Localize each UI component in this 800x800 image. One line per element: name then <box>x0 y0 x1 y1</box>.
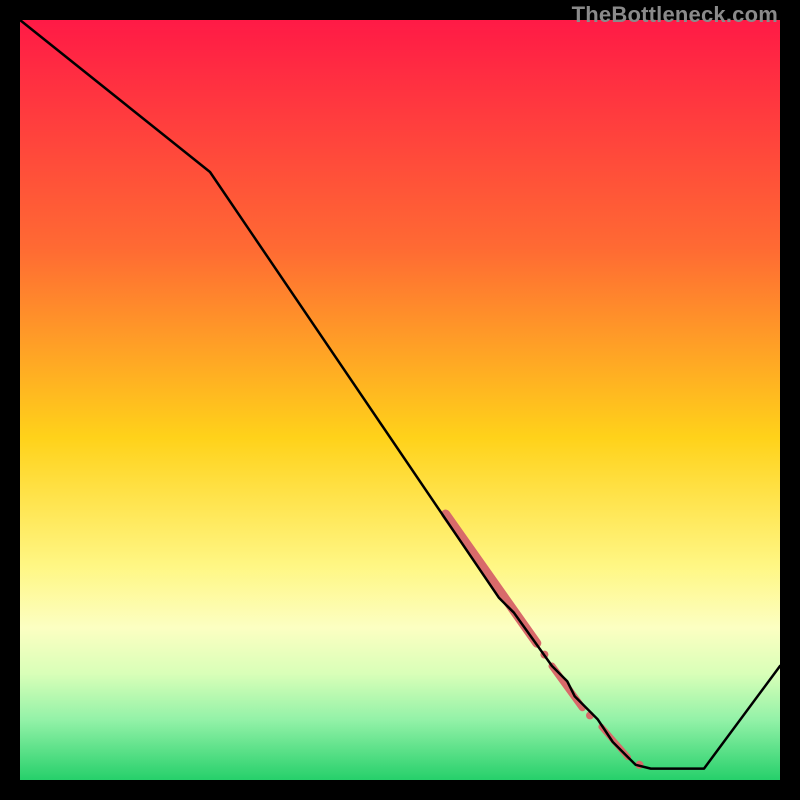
watermark-label: TheBottleneck.com <box>572 2 778 28</box>
plot-area <box>20 20 780 780</box>
bottleneck-chart <box>20 20 780 780</box>
chart-container: TheBottleneck.com <box>0 0 800 800</box>
gradient-background <box>20 20 780 780</box>
